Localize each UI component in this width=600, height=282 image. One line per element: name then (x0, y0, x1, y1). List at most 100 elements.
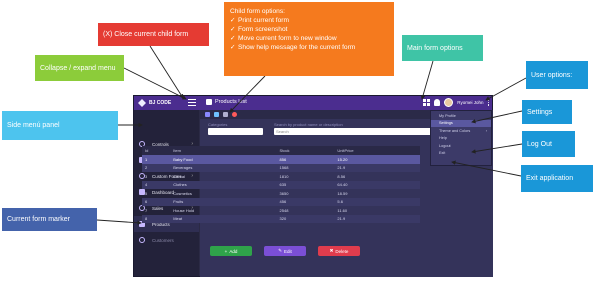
table-cell: 64.40 (334, 180, 420, 189)
user-menu-item-label: Help (439, 136, 447, 141)
table-cell: Cereal (173, 173, 185, 179)
user-menu-item-logout[interactable]: Logout (431, 142, 491, 150)
table-cell: Cosmetics (173, 190, 192, 196)
user-menu-item-theme-and-colors[interactable]: Theme and Colors › (431, 127, 491, 135)
table-cell: 15.20 (334, 155, 420, 164)
table-cell: 18.59 (337, 190, 348, 196)
user-menu-item-exit[interactable]: Exit (431, 150, 491, 158)
screenshot-icon[interactable] (214, 112, 219, 117)
table-cell: 1810 (279, 173, 289, 179)
callout-current-marker-text: Current form marker (7, 216, 71, 223)
table-cell: 320 (276, 214, 335, 223)
page-title-text: Products List (215, 99, 247, 105)
table-cell: 1568 (276, 163, 335, 172)
sidebar-item-label: Customers (152, 237, 174, 243)
table-cell: 6 (142, 197, 171, 206)
table-row[interactable]: 6 Fruits 456 5.6 (142, 197, 420, 206)
callout-close-child-text: (X) Close current child form (103, 31, 189, 38)
child-option-item: ✓ Print current form (230, 16, 289, 25)
table-row[interactable]: 5 Cosmetics 3650 18.59 (142, 189, 420, 198)
check-icon: ✓ (230, 17, 236, 24)
table-header[interactable]: Id (142, 146, 171, 155)
category-label: Categories (208, 122, 228, 127)
child-option-text: Print current form (238, 17, 289, 24)
user-menu-item-label: My Profile (439, 113, 456, 118)
windows-icon[interactable] (423, 99, 431, 106)
table-cell: 5 (145, 190, 148, 196)
page-title: Products List (206, 99, 247, 105)
child-option-text: Form screenshot (238, 26, 288, 33)
form-icon (206, 99, 212, 105)
table-cell: 21.9 (334, 214, 420, 223)
table-row[interactable]: 2 Beverages 1568 21.9 (142, 163, 420, 172)
hamburger-menu-icon[interactable] (188, 99, 196, 106)
callout-current-marker: Current form marker (2, 208, 97, 231)
table-cell: 5.6 (334, 197, 420, 206)
new-window-icon[interactable] (223, 112, 228, 117)
callout-user-options-text: User options: (531, 71, 573, 79)
callout-side-panel: Side menú panel (2, 111, 118, 140)
check-icon: ✓ (230, 44, 236, 51)
table-header[interactable]: Stock (276, 146, 335, 155)
callout-child-options-title: Child form options: (230, 8, 285, 15)
table-cell: 21.9 (334, 163, 420, 172)
user-menu-item-my-profile[interactable]: My Profile (431, 112, 491, 120)
callout-logout-text: Log Out (527, 140, 552, 148)
check-icon: ✓ (230, 35, 236, 42)
delete-button[interactable]: ✖ Delete (318, 246, 360, 256)
table-cell: 1 (142, 155, 171, 164)
callout-main-options-text: Main form options (407, 44, 463, 52)
table-cell: 3 (145, 173, 148, 179)
child-option-text: Show help message for the current form (238, 44, 356, 51)
help-icon[interactable] (232, 112, 237, 117)
plus-icon: + (224, 248, 228, 254)
trash-icon: ✖ (329, 248, 334, 253)
check-icon: ✓ (230, 26, 236, 33)
table-cell: Clothes (170, 180, 277, 189)
callout-collapse-text: Collapse / expand menu (40, 64, 116, 72)
user-menu-item-help[interactable]: Help (431, 135, 491, 143)
print-icon[interactable] (205, 112, 210, 117)
delete-label: Delete (335, 248, 349, 254)
brand-logo-icon (138, 99, 146, 107)
table-row[interactable]: 3 Cereal 1810 8.56 (142, 172, 420, 181)
table-row[interactable]: 1 Baby Food 856 15.20 (142, 155, 420, 164)
add-button[interactable]: + Add (210, 246, 252, 256)
child-option-item: ✓ Move current form to new window (230, 34, 337, 43)
user-menu-item-label: Settings (439, 121, 453, 126)
table-cell: House Hold (173, 207, 195, 213)
sidebar-item-customers[interactable]: Customers (134, 232, 199, 248)
callout-child-options: Child form options: ✓ Print current form ✓… (224, 2, 394, 76)
more-options-icon[interactable] (487, 99, 489, 106)
edit-label: Edit (284, 248, 292, 254)
table-cell: 2 (142, 163, 171, 172)
add-label: Add (229, 248, 238, 254)
brand-name: BJ CODE (149, 100, 172, 106)
table-cell: 856 (276, 155, 335, 164)
callout-exit-text: Exit application (526, 175, 574, 182)
sidebar-item-icon (139, 237, 145, 243)
edit-button[interactable]: ✎ Edit (264, 246, 306, 256)
table-header-row: Id Item Stock UnitPrice (142, 146, 420, 155)
callout-logout: Log Out (522, 131, 575, 157)
table-header[interactable]: UnitPrice (334, 146, 420, 155)
user-menu-item-settings[interactable]: Settings (431, 119, 491, 127)
main-form-options: Ryomei John (423, 98, 489, 107)
user-name[interactable]: Ryomei John (457, 100, 483, 105)
category-select[interactable] (208, 128, 263, 135)
table-row[interactable]: 7 House Hold 2548 11.60 (142, 206, 420, 215)
table-cell: 8 (142, 214, 171, 223)
chevron-right-icon: › (485, 128, 487, 133)
table-cell: 3650 (279, 190, 289, 196)
avatar[interactable] (444, 98, 454, 107)
table-row[interactable]: 8 Meat 320 21.9 (142, 214, 420, 223)
action-buttons: + Add ✎ Edit ✖ Delete (210, 246, 360, 256)
table-cell: Fruits (170, 197, 277, 206)
callout-exit: Exit application (521, 165, 593, 192)
bell-icon[interactable] (434, 99, 441, 106)
user-options-dropdown: My Profile Settings Theme and Colors › Help L… (430, 110, 492, 166)
table-header[interactable]: Item (170, 146, 277, 155)
callout-close-child: (X) Close current child form (98, 23, 209, 46)
table-row[interactable]: 4 Clothes 635 64.40 (142, 180, 420, 189)
table-cell: 635 (276, 180, 335, 189)
